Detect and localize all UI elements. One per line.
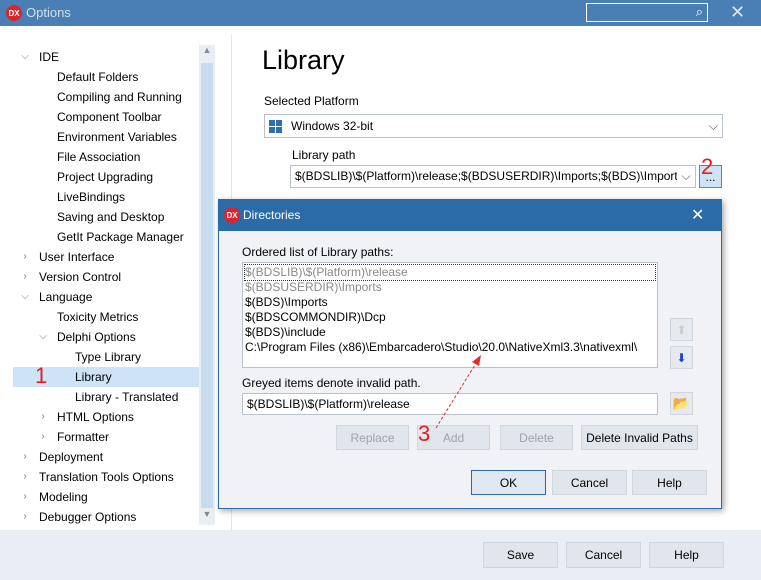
annotation-arrow: [435, 355, 481, 429]
